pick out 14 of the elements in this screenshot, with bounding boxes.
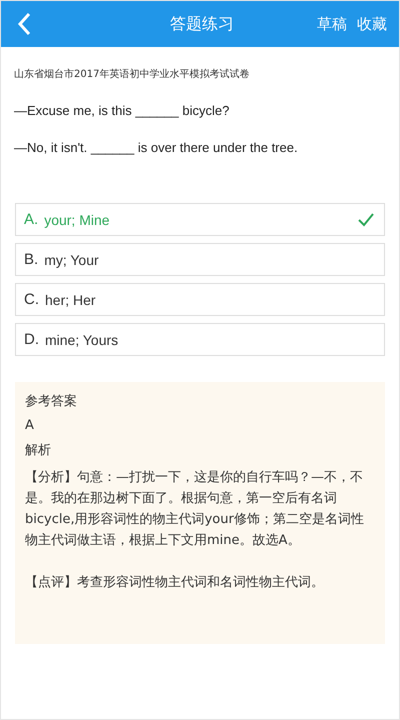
answer-heading: 参考答案: [25, 393, 78, 410]
screen-title: 答题练习: [169, 14, 235, 34]
question-line: —No, it isn't. ______ is over there under the tree.: [14, 140, 299, 155]
comment-text: 【点评】考查形容词性物主代词和名词性物主代词。: [25, 574, 325, 592]
check-icon: [358, 212, 374, 226]
answer-value: A: [25, 418, 35, 433]
answer-option[interactable]: D. mine; Yours: [15, 323, 385, 356]
analysis-heading: 解析: [25, 442, 52, 459]
source-text: 山东省烟台市2017年英语初中学业水平模拟考试试卷: [14, 68, 250, 81]
answer-option[interactable]: C. her; Her: [15, 283, 385, 316]
analysis-text: 【分析】句意：—打扰一下，这是你的自行车吗？—不，不是。我的在那边树下面了。根据句意，第一空后有名词bicycle,用形容词性的物主代词your修饰；第二空是名词性物主代词做主语，根据上下文用mine。故选A。: [25, 469, 365, 550]
answer-option[interactable]: B. my; Your: [15, 243, 385, 276]
question-line: —Excuse me, is this ______ bicycle?: [14, 103, 230, 118]
back-icon[interactable]: [17, 12, 31, 36]
